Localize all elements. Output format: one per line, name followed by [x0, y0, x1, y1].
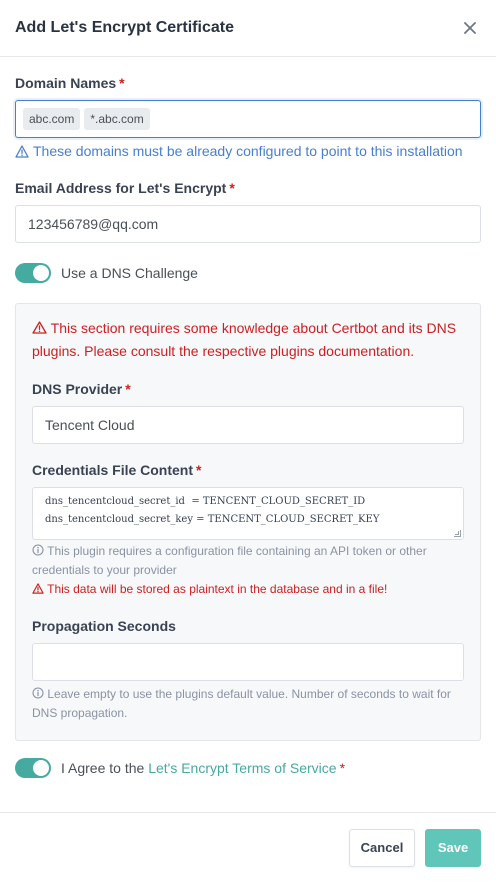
propagation-seconds-input[interactable] — [32, 643, 464, 681]
modal-title: Add Let's Encrypt Certificate — [15, 19, 234, 36]
propagation-group: Propagation Seconds Leave empty to use t… — [32, 618, 464, 723]
dns-provider-select[interactable]: Tencent Cloud — [32, 406, 464, 444]
dns-challenge-toggle[interactable] — [15, 263, 51, 283]
credentials-line: dns_tencentcloud_secret_key = TENCENT_CL… — [45, 514, 380, 525]
domain-tag[interactable]: *.abc.com — [84, 108, 150, 130]
dns-challenge-row: Use a DNS Challenge — [15, 263, 481, 283]
warning-triangle-icon — [32, 583, 44, 594]
dns-provider-label: DNS Provider * — [32, 381, 131, 397]
credentials-help: This plugin requires a configuration fil… — [32, 544, 427, 577]
add-certificate-modal: Add Let's Encrypt Certificate Domain Nam… — [0, 0, 496, 882]
dns-challenge-label: Use a DNS Challenge — [61, 265, 198, 281]
email-field[interactable]: 123456789@qq.com — [15, 205, 481, 243]
terms-of-service-link[interactable]: Let's Encrypt Terms of Service — [148, 760, 336, 776]
propagation-help: Leave empty to use the plugins default v… — [32, 687, 451, 720]
domain-tag[interactable]: abc.com — [23, 108, 81, 130]
credentials-textarea[interactable]: dns_tencentcloud_secret_id = TENCENT_CLO… — [32, 487, 464, 540]
credentials-group: Credentials File Content * dns_tencentclo… — [32, 462, 464, 599]
save-button[interactable]: Save — [425, 828, 481, 867]
credentials-line: dns_tencentcloud_secret_id = TENCENT_CLO… — [45, 496, 366, 507]
domain-names-group: Domain Names * abc.com *.abc.com These do… — [15, 75, 481, 159]
domain-names-label: Domain Names * — [15, 75, 125, 91]
agree-row: I Agree to the Let's Encrypt Terms of Se… — [15, 758, 481, 778]
domain-names-input[interactable]: abc.com *.abc.com — [15, 100, 481, 138]
modal-footer: Cancel Save — [0, 812, 496, 882]
modal-body: Domain Names * abc.com *.abc.com These do… — [0, 57, 496, 778]
modal-header: Add Let's Encrypt Certificate — [0, 0, 496, 57]
close-icon[interactable] — [460, 18, 480, 38]
info-circle-icon — [32, 687, 44, 699]
dns-challenge-section: This section requires some knowledge abo… — [15, 303, 481, 741]
dns-section-warning: This section requires some knowledge abo… — [32, 320, 457, 359]
agree-toggle[interactable] — [15, 758, 51, 778]
cancel-button[interactable]: Cancel — [349, 828, 415, 867]
credentials-label: Credentials File Content * — [32, 462, 202, 478]
dns-provider-group: DNS Provider * Tencent Cloud — [32, 381, 464, 444]
email-label: Email Address for Let's Encrypt * — [15, 180, 235, 196]
agree-label: I Agree to the Let's Encrypt Terms of Se… — [61, 760, 346, 776]
email-group: Email Address for Let's Encrypt * 1234567… — [15, 180, 481, 243]
credentials-warning: This data will be stored as plaintext in… — [32, 580, 464, 599]
propagation-label: Propagation Seconds — [32, 618, 176, 634]
resize-handle-icon[interactable] — [454, 530, 461, 537]
warning-triangle-icon — [32, 321, 47, 334]
domain-hint: These domains must be already configured… — [15, 143, 481, 159]
info-circle-icon — [32, 544, 44, 556]
warning-triangle-icon — [15, 144, 29, 158]
